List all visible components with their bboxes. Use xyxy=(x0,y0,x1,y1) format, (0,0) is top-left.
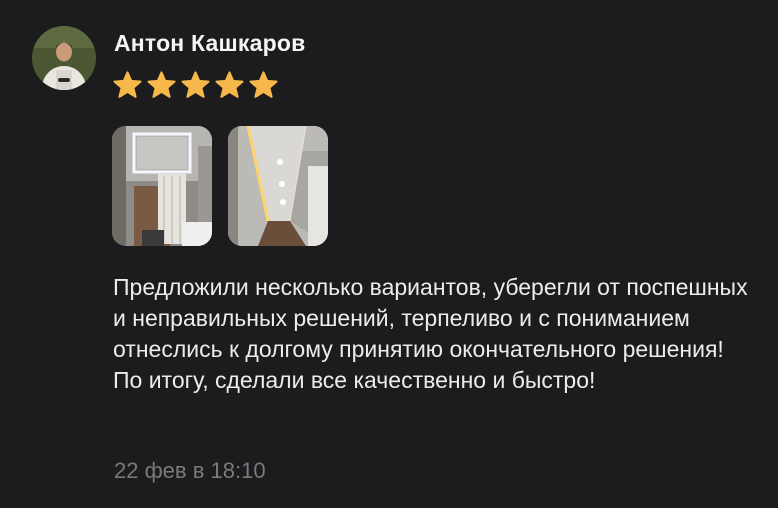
star-icon xyxy=(215,71,244,98)
author-name[interactable]: Антон Кашкаров xyxy=(114,30,305,57)
review-photos xyxy=(112,126,328,246)
rating-stars xyxy=(112,70,279,101)
review-date: 22 фев в 18:10 xyxy=(114,458,266,483)
star-icon xyxy=(249,71,278,98)
review-photo-1[interactable] xyxy=(112,126,212,246)
corridor-ceiling-photo-icon xyxy=(228,126,328,246)
review-card: Антон Кашкаров Предложили несколько вари… xyxy=(0,0,778,508)
bathroom-ceiling-photo-icon xyxy=(112,126,212,246)
review-text: Предложили несколько вариантов, уберегли… xyxy=(113,274,748,393)
star-icon xyxy=(113,71,142,98)
avatar[interactable] xyxy=(32,26,96,90)
review-photo-2[interactable] xyxy=(228,126,328,246)
star-icon xyxy=(181,71,210,98)
avatar-image xyxy=(32,26,96,90)
star-icon xyxy=(147,71,176,98)
